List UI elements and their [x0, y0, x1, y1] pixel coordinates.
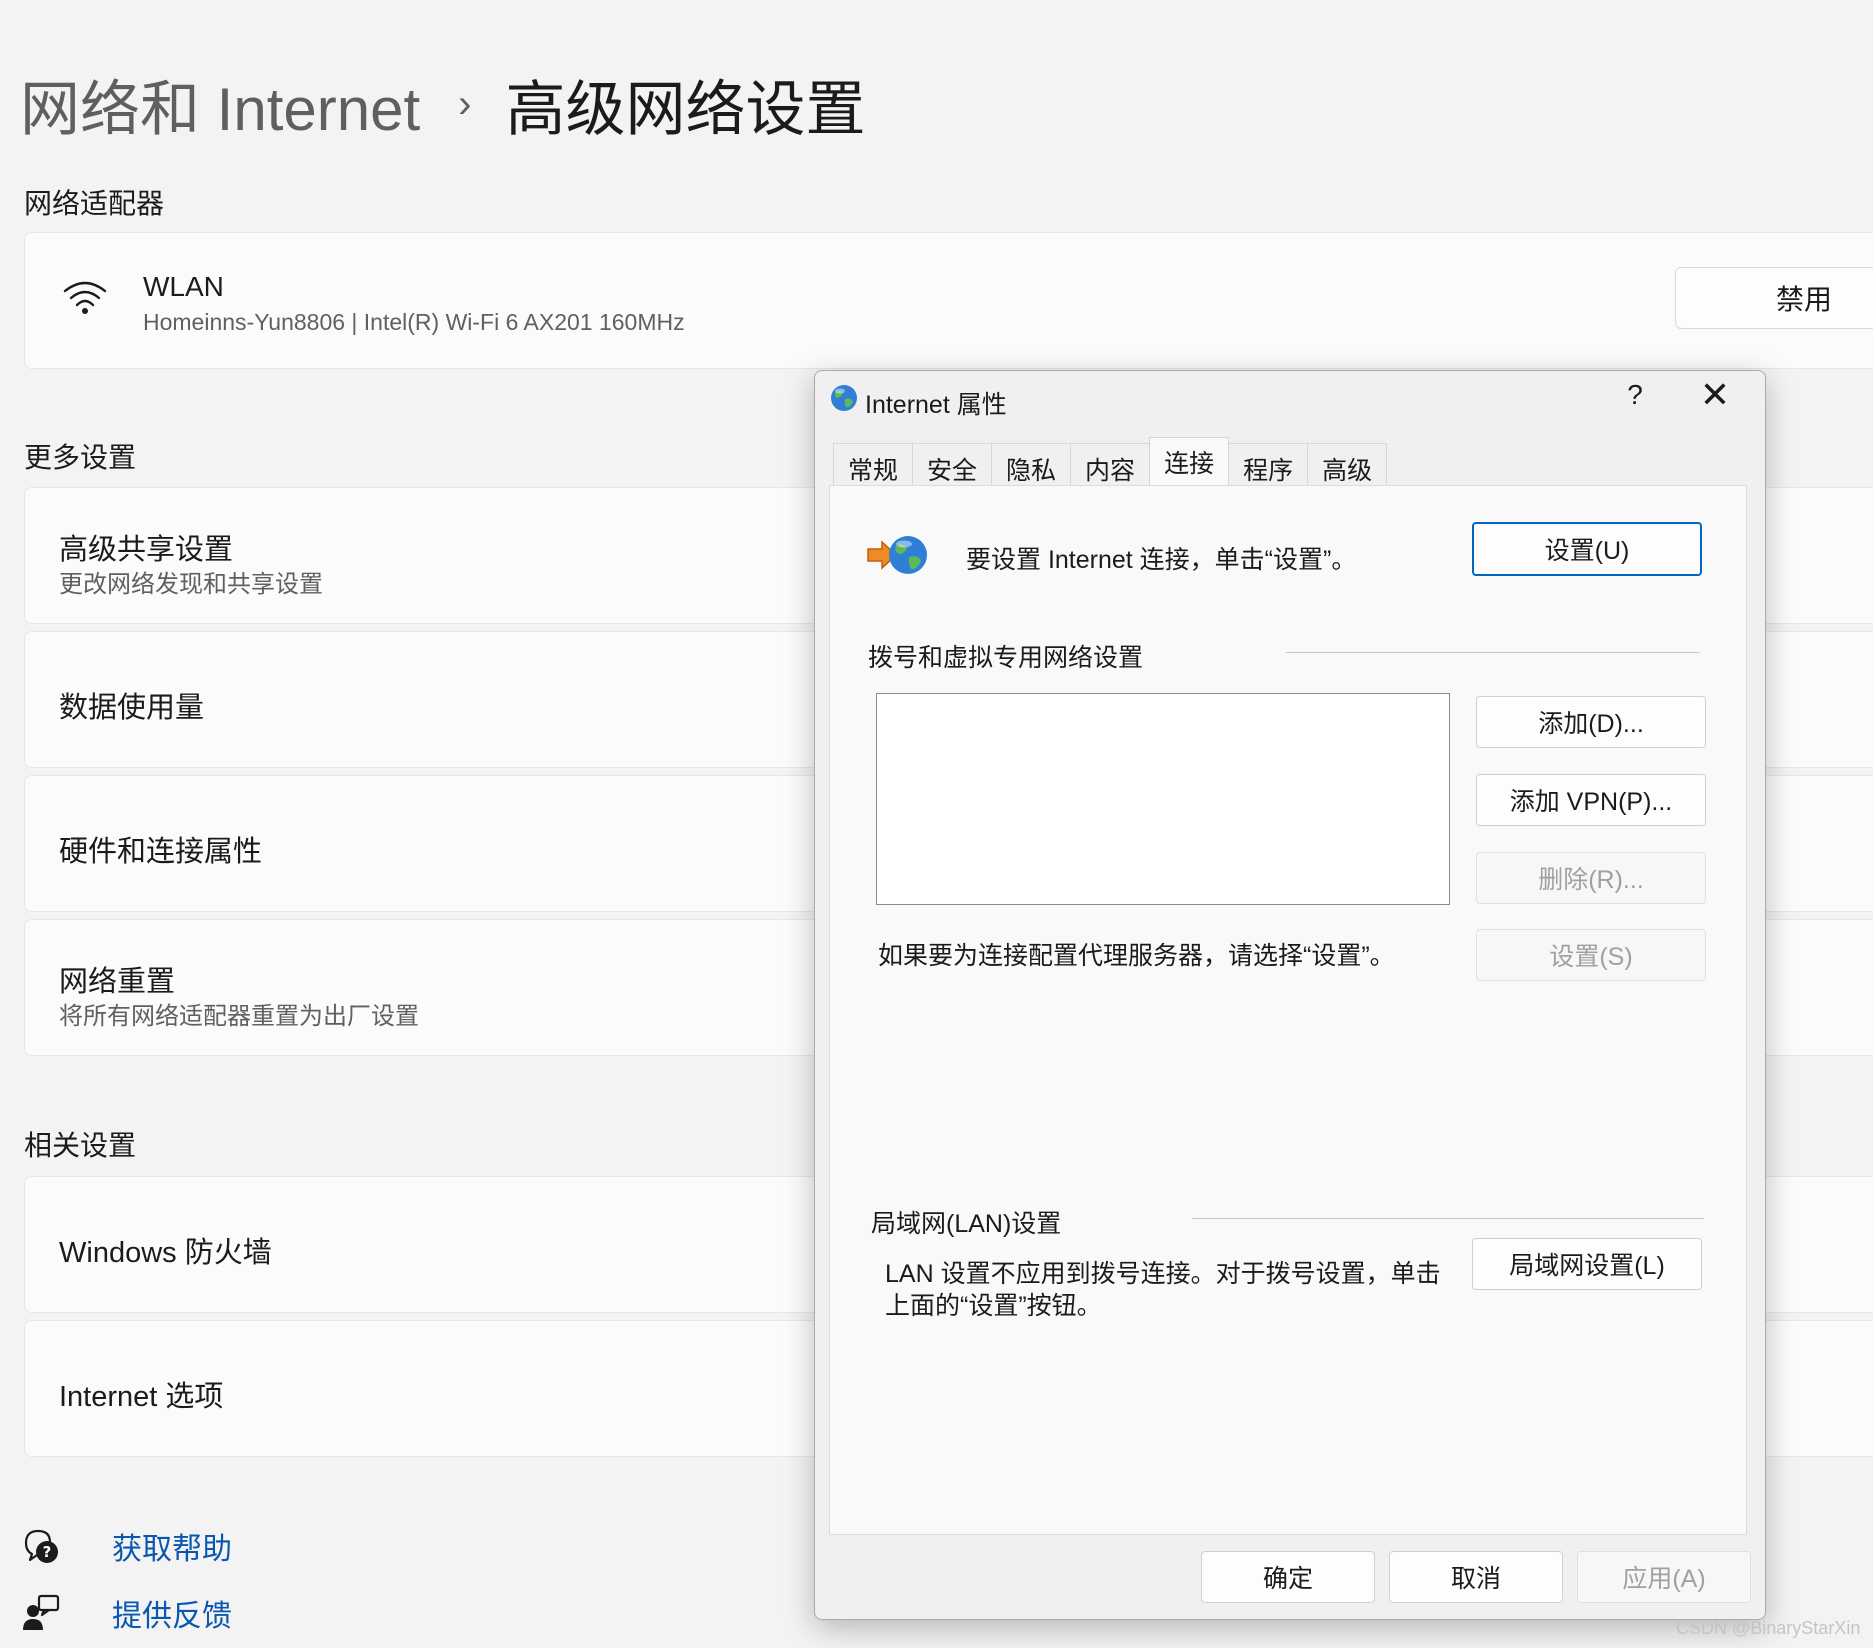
- get-help-link[interactable]: ? 获取帮助: [22, 1524, 232, 1568]
- disable-adapter-button[interactable]: 禁用: [1675, 267, 1873, 329]
- help-chat-icon: ?: [24, 1529, 58, 1563]
- connections-panel: 要设置 Internet 连接，单击“设置”。 设置(U) 拨号和虚拟专用网络设…: [829, 485, 1747, 1535]
- settings-item-subtitle: 将所有网络适配器重置为出厂设置: [59, 1003, 419, 1030]
- globe-icon: [831, 385, 857, 411]
- settings-item-title: Windows 防火墙: [59, 1237, 272, 1269]
- ok-button[interactable]: 确定: [1201, 1551, 1375, 1603]
- setup-button[interactable]: 设置(U): [1472, 522, 1702, 576]
- watermark: CSDN @BinaryStarXin: [1676, 1618, 1861, 1638]
- settings-item-title: Internet 选项: [59, 1381, 224, 1413]
- connection-globe-icon: [867, 536, 927, 574]
- tab-general[interactable]: 常规: [833, 443, 914, 485]
- get-help-label[interactable]: 获取帮助: [112, 1524, 232, 1568]
- give-feedback-link[interactable]: 提供反馈: [22, 1591, 232, 1635]
- tab-content[interactable]: 内容: [1070, 443, 1151, 485]
- adapter-description: Homeinns-Yun8806 | Intel(R) Wi-Fi 6 AX20…: [143, 309, 685, 335]
- lan-section-header: 局域网(LAN)设置: [871, 1210, 1062, 1238]
- adapter-name: WLAN: [143, 271, 224, 302]
- section-title-related-settings: 相关设置: [24, 1130, 137, 1161]
- tab-advanced[interactable]: 高级: [1307, 443, 1388, 485]
- adapter-card-wlan[interactable]: WLAN Homeinns-Yun8806 | Intel(R) Wi-Fi 6…: [24, 232, 1873, 369]
- dialup-vpn-section-header: 拨号和虚拟专用网络设置: [868, 644, 1144, 672]
- section-title-adapters: 网络适配器: [24, 188, 165, 219]
- settings-item-title: 高级共享设置: [59, 534, 234, 566]
- tab-programs[interactable]: 程序: [1228, 443, 1309, 485]
- tab-strip: 常规 安全 隐私 内容 连接 程序 高级: [833, 437, 1388, 485]
- dialog-title: Internet 属性: [865, 391, 1007, 419]
- give-feedback-label[interactable]: 提供反馈: [112, 1591, 232, 1635]
- setup-instruction-text: 要设置 Internet 连接，单击“设置”。: [966, 546, 1357, 574]
- settings-item-subtitle: 更改网络发现和共享设置: [59, 571, 323, 598]
- add-vpn-button[interactable]: 添加 VPN(P)...: [1476, 774, 1706, 826]
- lan-description-line1: LAN 设置不应用到拨号连接。对于拨号设置，单击: [885, 1260, 1441, 1288]
- tab-connections[interactable]: 连接: [1149, 437, 1230, 485]
- proxy-instruction-text: 如果要为连接配置代理服务器，请选择“设置”。: [878, 942, 1395, 970]
- settings-item-title: 硬件和连接属性: [59, 836, 263, 868]
- breadcrumb-chevron-icon: ›: [458, 81, 472, 126]
- cancel-button[interactable]: 取消: [1389, 1551, 1563, 1603]
- add-connection-button[interactable]: 添加(D)...: [1476, 696, 1706, 748]
- tab-security[interactable]: 安全: [912, 443, 993, 485]
- dialup-connections-list[interactable]: [876, 693, 1450, 905]
- dialup-divider: [1286, 652, 1700, 653]
- page-title: 高级网络设置: [505, 75, 866, 143]
- apply-button[interactable]: 应用(A): [1577, 1551, 1751, 1603]
- help-button[interactable]: ?: [1615, 379, 1655, 411]
- tab-privacy[interactable]: 隐私: [991, 443, 1072, 485]
- feedback-icon: [23, 1594, 60, 1630]
- remove-connection-button[interactable]: 删除(R)...: [1476, 852, 1706, 904]
- close-icon[interactable]: ✕: [1695, 375, 1735, 415]
- section-title-more-settings: 更多设置: [24, 442, 137, 473]
- lan-description-line2: 上面的“设置”按钮。: [885, 1292, 1102, 1320]
- breadcrumb: 网络和 Internet › 高级网络设置: [20, 66, 865, 143]
- lan-settings-button[interactable]: 局域网设置(L): [1472, 1238, 1702, 1290]
- internet-properties-dialog: Internet 属性 ? ✕ 常规 安全 隐私 内容 连接 程序 高级 要设置…: [814, 370, 1766, 1620]
- settings-item-title: 数据使用量: [59, 692, 205, 724]
- settings-item-title: 网络重置: [59, 966, 176, 998]
- breadcrumb-parent[interactable]: 网络和 Internet: [20, 61, 420, 148]
- lan-divider: [1192, 1218, 1704, 1219]
- svg-text:?: ?: [43, 1543, 52, 1561]
- connection-settings-button[interactable]: 设置(S): [1476, 929, 1706, 981]
- wifi-icon: [63, 281, 107, 314]
